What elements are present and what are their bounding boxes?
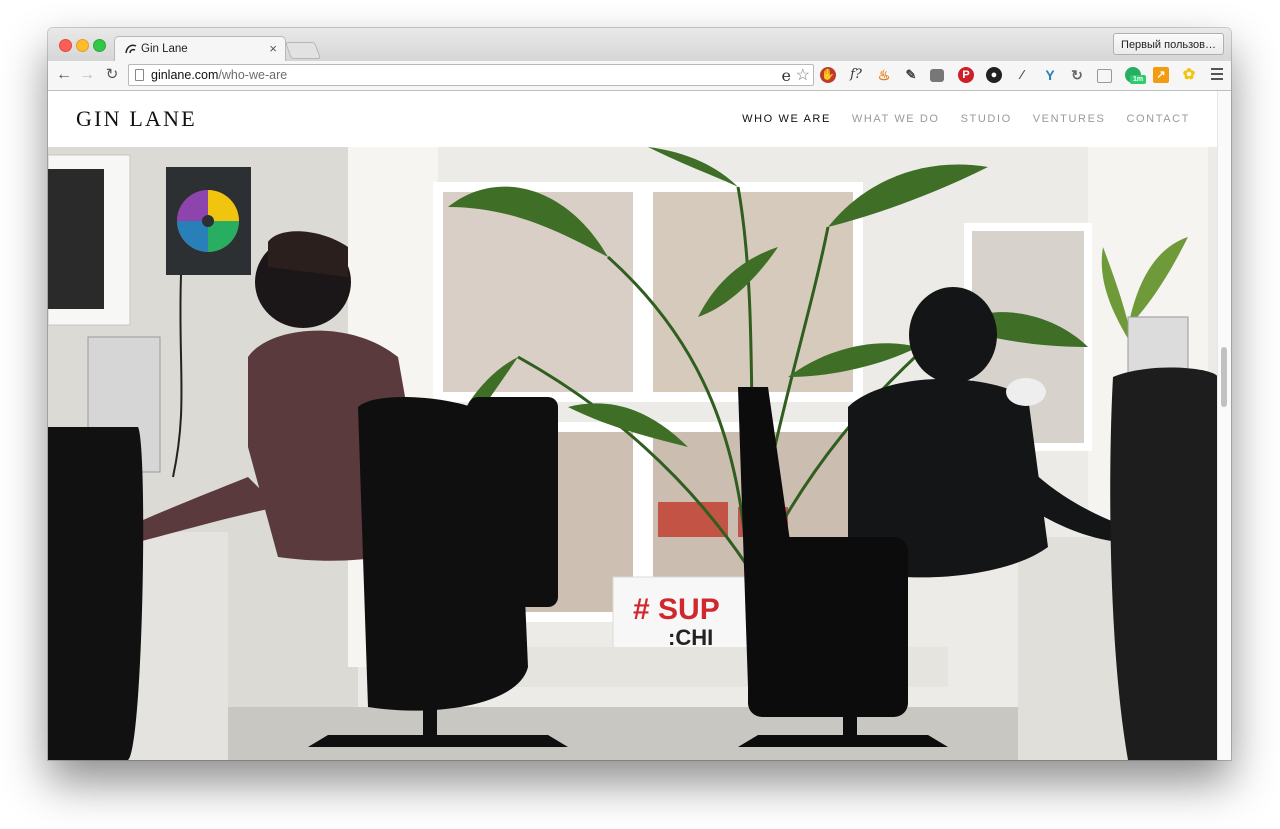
profile-button[interactable]: Первый пользов… (1113, 33, 1224, 55)
ie-icon[interactable]: e (782, 66, 791, 85)
pinterest-icon[interactable]: P (958, 67, 974, 83)
eyedropper-icon[interactable]: ⁄ (1014, 67, 1030, 83)
nav-who-we-are[interactable]: WHO WE ARE (742, 113, 831, 125)
reader-icon[interactable] (1097, 69, 1112, 83)
chart-icon[interactable]: ↗ (1153, 67, 1169, 83)
url-path: /who-we-are (218, 68, 288, 82)
gin-lane-favicon-icon (125, 44, 137, 54)
browser-window: Gin Lane × Первый пользов… ← → ↻ ginlane… (48, 28, 1231, 760)
url-host: ginlane.com (151, 68, 219, 82)
address-bar[interactable]: ginlane.com/who-we-are e ☆ (128, 64, 814, 86)
pocket-icon[interactable] (930, 69, 944, 82)
tab-title: Gin Lane (141, 43, 188, 55)
site-nav: WHO WE ARE WHAT WE DO STUDIO VENTURES CO… (742, 113, 1190, 125)
reload-button[interactable]: ↻ (104, 67, 120, 83)
menu-icon[interactable] (1211, 68, 1223, 80)
flame-icon[interactable]: ♨ (876, 67, 892, 83)
evernote-icon[interactable]: ✎ (903, 67, 919, 83)
font-icon[interactable]: f? (848, 67, 864, 83)
site-logo[interactable]: GIN LANE (76, 106, 197, 132)
camera-icon[interactable]: ● (986, 67, 1002, 83)
adblock-icon[interactable]: ✋ (820, 67, 836, 83)
nav-contact[interactable]: CONTACT (1126, 113, 1190, 125)
hero-sign-line1: # SUP (633, 593, 720, 626)
page-scrollbar[interactable] (1217, 91, 1231, 760)
minimize-window-button[interactable] (76, 39, 89, 52)
hero-image: # SUP :CHI (48, 147, 1218, 760)
web-page: GIN LANE WHO WE ARE WHAT WE DO STUDIO VE… (48, 91, 1218, 760)
page-icon (135, 69, 144, 81)
back-button[interactable]: ← (56, 67, 72, 83)
office-photo: # SUP :CHI (48, 147, 1218, 760)
close-window-button[interactable] (59, 39, 72, 52)
url-text[interactable]: ginlane.com/who-we-are (151, 68, 287, 82)
nav-studio[interactable]: STUDIO (961, 113, 1012, 125)
forward-button[interactable]: → (79, 67, 95, 83)
tab-bar: Gin Lane × Первый пользов… (48, 28, 1231, 62)
scrollbar-thumb[interactable] (1221, 347, 1227, 407)
star-icon[interactable]: ☆ (796, 65, 810, 85)
badge-1m: 1m (1130, 75, 1146, 84)
nav-what-we-do[interactable]: WHAT WE DO (852, 113, 940, 125)
tab-close-icon[interactable]: × (269, 41, 277, 56)
nav-ventures[interactable]: VENTURES (1033, 113, 1106, 125)
new-tab-button[interactable] (284, 42, 322, 59)
y-icon[interactable]: Y (1042, 67, 1058, 83)
puzzle-icon[interactable]: ✿ (1181, 67, 1197, 83)
refresh-icon[interactable]: ↻ (1069, 67, 1085, 83)
zoom-window-button[interactable] (93, 39, 106, 52)
tab-gin-lane[interactable]: Gin Lane × (114, 36, 286, 62)
hero-sign-line2: :CHI (668, 625, 713, 650)
browser-toolbar: ← → ↻ ginlane.com/who-we-are e ☆ ✋ f? ♨ … (48, 61, 1231, 91)
